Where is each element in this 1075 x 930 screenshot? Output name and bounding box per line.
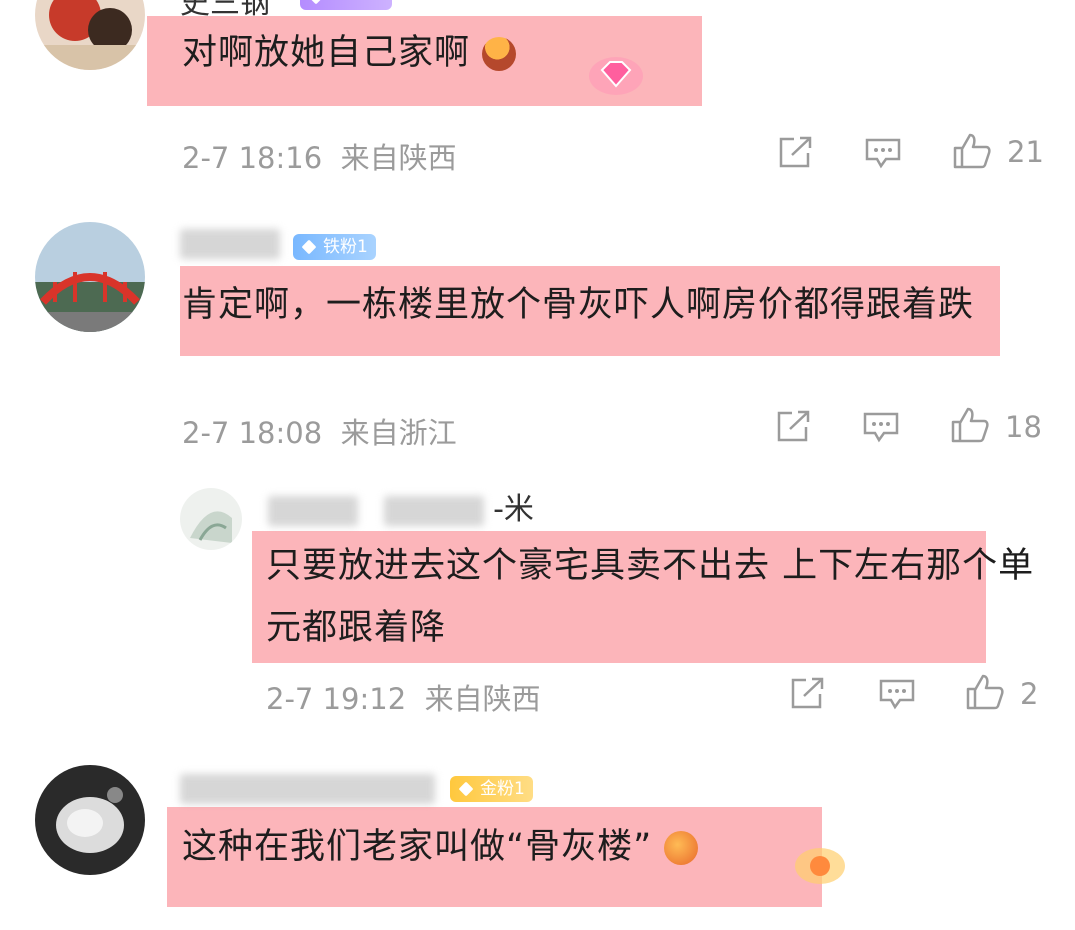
blurred-username xyxy=(180,228,280,259)
comment-text: 肯定啊，一栋楼里放个骨灰吓人啊房价都得跟着跌 xyxy=(182,285,975,325)
fan-badge xyxy=(300,0,392,10)
like-button[interactable] xyxy=(952,132,992,170)
comment-icon xyxy=(879,679,915,710)
comment-meta: 2-7 19:12 来自陕西 xyxy=(266,676,541,718)
fan-badge: 铁粉1 xyxy=(293,234,376,260)
comment-text: 只要放进去这个豪宅具卖不出去 上下左右那个单元都跟着降 xyxy=(266,546,1035,648)
username[interactable]: -米 xyxy=(268,484,534,528)
comment-location: 来自浙江 xyxy=(340,416,457,450)
username[interactable] xyxy=(180,770,435,805)
thumbs-up-icon xyxy=(953,133,991,169)
fan-badge: 金粉1 xyxy=(450,776,533,802)
like-button[interactable] xyxy=(950,406,990,444)
comment-meta: 2-7 18:16 来自陕西 xyxy=(182,135,457,177)
blurred-username xyxy=(383,495,484,526)
avatar[interactable] xyxy=(180,488,242,550)
username[interactable] xyxy=(180,225,280,260)
comment-item-1: 史三钢 对啊放她自己家啊 2-7 18:16 来自陕西 21 xyxy=(0,0,1075,200)
comment-location: 来自陕西 xyxy=(340,141,457,175)
like-count: 18 xyxy=(1005,410,1042,444)
comment-icon xyxy=(863,412,899,443)
share-icon xyxy=(779,136,812,168)
blurred-username xyxy=(180,773,435,804)
share-icon xyxy=(777,410,810,442)
comment-meta: 2-7 18:08 来自浙江 xyxy=(182,410,457,452)
avatar[interactable] xyxy=(35,0,145,70)
like-button[interactable] xyxy=(965,673,1005,711)
reply-button[interactable] xyxy=(878,678,916,710)
like-count: 21 xyxy=(1007,135,1044,169)
torch-emoji-icon xyxy=(482,37,517,71)
comment-time: 2-7 18:08 xyxy=(182,416,323,450)
comment-time: 2-7 19:12 xyxy=(266,682,407,716)
laughing-emoji-icon xyxy=(664,831,699,865)
comment-text: 这种在我们老家叫做“骨灰楼” xyxy=(182,816,699,878)
avatar[interactable] xyxy=(35,222,145,332)
avatar[interactable] xyxy=(35,765,145,875)
sparkle-sticker-icon xyxy=(795,848,845,884)
share-button[interactable] xyxy=(776,409,812,443)
share-button[interactable] xyxy=(790,676,826,710)
like-count: 2 xyxy=(1020,677,1039,711)
comment-text: 对啊放她自己家啊 xyxy=(182,22,517,84)
reply-button[interactable] xyxy=(864,137,902,169)
thumbs-up-icon xyxy=(966,674,1004,710)
gem-sticker-icon xyxy=(589,57,643,95)
comment-icon xyxy=(865,138,901,169)
reply-button[interactable] xyxy=(862,411,900,443)
blurred-username xyxy=(268,495,358,526)
comment-time: 2-7 18:16 xyxy=(182,141,323,175)
thumbs-up-icon xyxy=(951,407,989,443)
comment-location: 来自陕西 xyxy=(424,682,541,716)
share-icon xyxy=(791,677,824,709)
share-button[interactable] xyxy=(778,135,814,169)
